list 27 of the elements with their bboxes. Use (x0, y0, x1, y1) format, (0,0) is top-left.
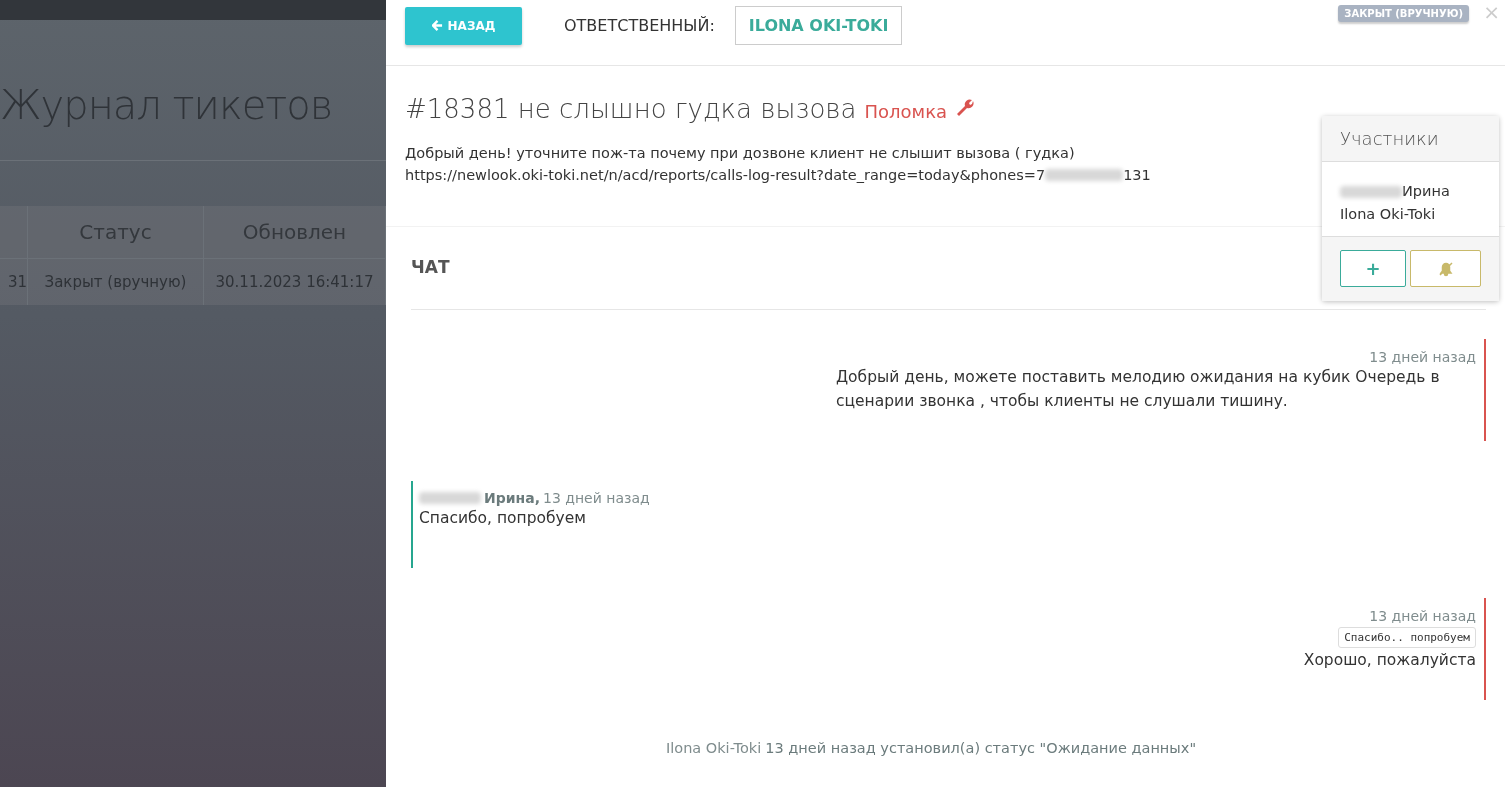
mute-button[interactable] (1410, 250, 1481, 287)
back-button[interactable]: НАЗАД (405, 6, 522, 45)
message-text: Спасибо, попробуем (419, 508, 587, 529)
description-text: Добрый день! уточните пож-та почему при дозвоне клиент не слышит вызова ( гудка) (405, 144, 1076, 163)
assignee-button[interactable]: ILONA OKI-TOKI (734, 6, 903, 45)
bell-slash-icon (1437, 260, 1454, 277)
panel-title: Участники (1322, 116, 1499, 162)
event-text: 13 дней назад установил(а) статус "Ожидание данных" (765, 740, 1197, 756)
add-participant-button[interactable]: + (1340, 250, 1406, 287)
participant-name: Ilona Oki-Toki (1340, 205, 1436, 224)
message-time: 13 дней назад (543, 490, 650, 506)
message-text: Хорошо, пожалуйста (1303, 650, 1476, 671)
ticket-category: Поломка (864, 101, 948, 122)
quoted-text: Спасибо.. попробуем (1338, 627, 1476, 648)
redacted-mark (419, 492, 481, 504)
status-badge: ЗАКРЫТ (ВРУЧНУЮ) (1338, 5, 1469, 22)
arrow-left-icon (431, 20, 443, 31)
ticket-title: #18381 не слышно гудка вызова (405, 94, 857, 124)
assignee-label: ОТВЕТСТВЕННЫЙ: (564, 16, 715, 35)
close-button[interactable]: × (1483, 0, 1500, 24)
wrench-icon (955, 98, 976, 118)
message-time: 13 дней назад (1368, 349, 1476, 365)
participant-name: Ирина (1402, 182, 1450, 201)
message-time: 13 дней назад (1368, 608, 1476, 624)
message-author: Ирина, (484, 490, 540, 506)
event-author: Ilona Oki-Toki (665, 740, 762, 756)
message-text: Добрый день, можете поставить мелодию ожидания на кубик Очередь в сценарии звонка , чтобы клиенты не слушали тишину. (836, 367, 1441, 412)
